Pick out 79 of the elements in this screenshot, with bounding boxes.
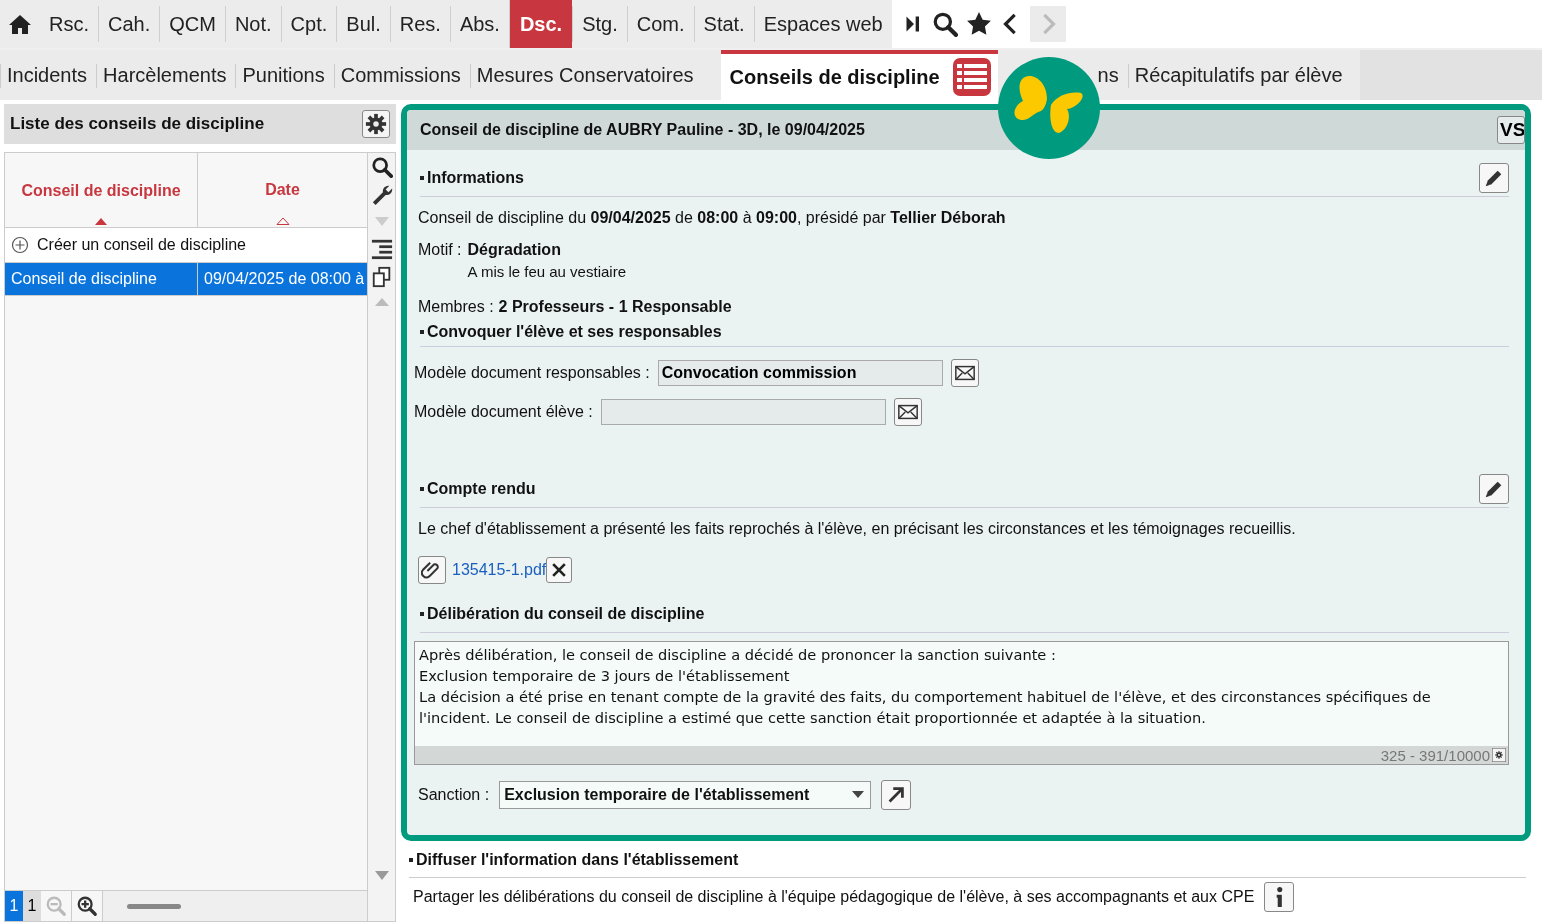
council-summary: Conseil de discipline du 09/04/2025 de 08:00 à 09:00, présidé par Tellier Déborah [418, 209, 1007, 227]
search-icon[interactable] [931, 11, 958, 37]
info-button[interactable] [1264, 882, 1295, 912]
diffuse-text: Partager les délibérations du conseil de discipline à l'équipe pédagogique de l'élève, à ses accompagnants et aux CPE [413, 888, 1255, 906]
wrench-icon[interactable] [370, 184, 393, 206]
page-count: 1 [23, 891, 41, 921]
vs-button[interactable]: VS [1497, 116, 1525, 144]
caret-icon [852, 791, 865, 799]
info-icon [1275, 887, 1284, 907]
section-heading: Diffuser l'information dans l'établissement [409, 851, 739, 869]
remove-button[interactable] [546, 557, 573, 583]
sanction-label: Sanction : [418, 786, 490, 804]
input-field[interactable] [600, 398, 886, 425]
copy-icon[interactable] [370, 266, 393, 288]
sub-tab[interactable]: Punitions [235, 50, 334, 100]
section-heading: Convoquer l'élève et ses responsables [420, 323, 722, 341]
motif-detail: A mis le feu au vestiaire [467, 263, 626, 280]
create-label: Créer un conseil de discipline [37, 236, 246, 254]
sanction-dropdown[interactable]: Exclusion temporaire de l'établissement [499, 781, 872, 809]
sub-tab[interactable]: Récapitulatifs par élève [1127, 50, 1352, 100]
mail-button[interactable] [950, 358, 979, 387]
nav-tab[interactable]: Rsc. [40, 6, 98, 42]
field-label: Modèle document élève : [414, 402, 593, 421]
search-icon[interactable] [370, 156, 393, 178]
section-heading: Informations [420, 169, 524, 187]
nav-tab[interactable]: QCM [159, 6, 225, 42]
nav-tab[interactable]: Dsc. [508, 0, 573, 48]
sub-tab[interactable]: Harcèlements [96, 50, 236, 100]
zoom-in-icon[interactable] [76, 895, 98, 917]
nav-tab[interactable]: Espaces web [753, 6, 892, 42]
table-cell: Conseil de discipline [5, 263, 198, 295]
nav-tab[interactable]: Com. [626, 6, 694, 42]
home-icon[interactable] [8, 12, 32, 36]
settings-icon [365, 113, 387, 135]
council-title: Conseil de discipline de AUBRY Pauline - 3D, le 09/04/2025 [420, 121, 865, 139]
section-heading: Délibération du conseil de discipline [420, 605, 705, 623]
settings-icon[interactable] [1492, 748, 1506, 762]
motif-label: Motif : [418, 241, 462, 260]
nav-tab[interactable]: Bul. [336, 6, 390, 42]
page-number[interactable]: 1 [5, 891, 23, 921]
council-row[interactable]: Conseil de discipline 09/04/2025 de 08:00 à [5, 263, 367, 296]
attachment-link[interactable]: 135415-1.pdf [452, 561, 547, 579]
plus-icon [11, 236, 29, 254]
sub-tab[interactable]: Commissions [333, 50, 470, 100]
table-icon [951, 57, 992, 97]
scroll-down-icon[interactable] [374, 871, 389, 881]
nav-tab[interactable]: Cah. [98, 6, 160, 42]
settings-button[interactable] [362, 110, 390, 138]
open-button[interactable] [881, 780, 912, 810]
sub-tab[interactable]: ns [1097, 50, 1128, 100]
attach-button[interactable] [418, 556, 446, 584]
deliberation-textarea[interactable]: Après délibération, le conseil de discipline a décidé de prononcer la sanction suivante : Exclusion temporaire de 3 jours de l'établissement La décision a été prise en tenant compte de la gravité des faits, du comportement habituel de l'élève, et des circonstances spécifiques de l'incident. Le conseil de discipline a estimé que cette sanction était proportionnée et adaptée à la situation. 325 - 391/10000 [414, 641, 1509, 765]
nav-tab[interactable]: Stg. [572, 6, 627, 42]
sub-tab[interactable]: Conseils de discipline [720, 50, 998, 100]
nav-tab[interactable]: Abs. [449, 6, 509, 42]
table-cell-text: 09/04/2025 de 08:00 à [203, 269, 365, 289]
edit-button[interactable] [1479, 474, 1509, 504]
report-text: Le chef d'établissement a présenté les faits reprochés à l'élève, en précisant les circonstances et les témoignages recueillis. [418, 520, 1297, 538]
mail-button[interactable] [893, 397, 922, 426]
panel-title: Liste des conseils de discipline [10, 114, 265, 134]
star-icon[interactable] [965, 11, 992, 37]
nav-tab[interactable]: Cpt. [280, 6, 337, 42]
edit-button[interactable] [1479, 163, 1509, 193]
list-icon[interactable] [370, 238, 393, 260]
sub-tab[interactable]: Incidents [0, 50, 97, 100]
create-council-row[interactable]: Créer un conseil de discipline [5, 228, 367, 263]
column-header[interactable]: Date [198, 153, 367, 227]
nav-tab[interactable]: Not. [224, 6, 281, 42]
scrollbar-thumb[interactable] [127, 903, 181, 909]
section-heading: Compte rendu [420, 480, 536, 498]
character-counter: 325 - 391/10000 [1380, 746, 1490, 764]
input-field[interactable]: Convocation commission [657, 359, 943, 386]
field-label: Modèle document responsables : [414, 363, 650, 382]
nav-tab[interactable]: Stat. [693, 6, 754, 42]
sub-tab[interactable]: Mesures Conservatoires [469, 50, 703, 100]
motif-value: Dégradation [467, 241, 562, 259]
nav-tab[interactable]: Res. [389, 6, 450, 42]
members-value: 2 Professeurs - 1 Responsable [498, 298, 732, 316]
members-label: Membres : [418, 298, 494, 316]
